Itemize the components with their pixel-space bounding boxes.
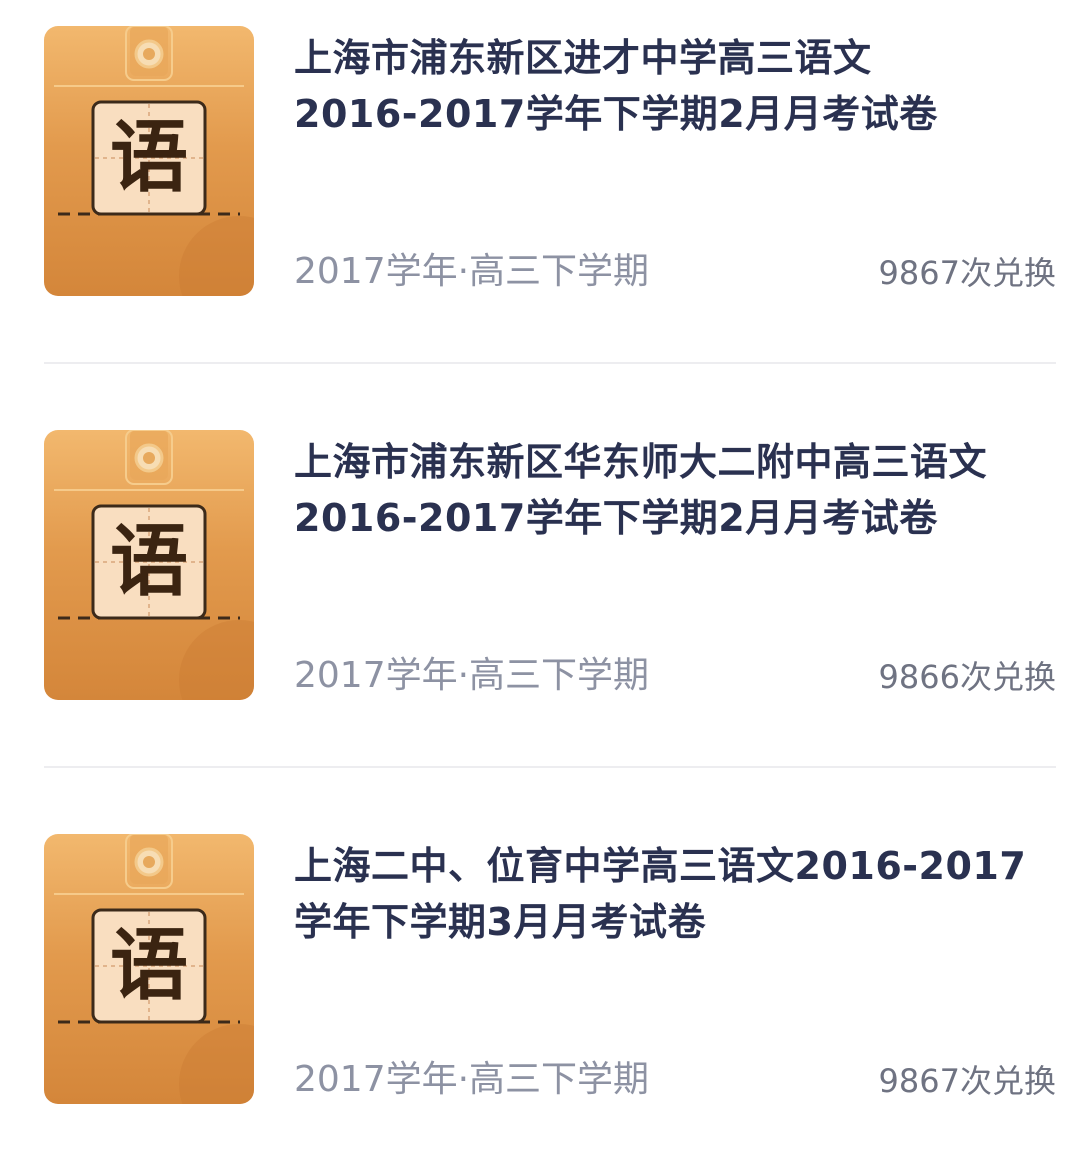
title-line-1: 上海市浦东新区华东师大二附中高三语文 [294, 440, 988, 484]
item-title[interactable]: 上海市浦东新区进才中学高三语文 2016-2017学年下学期2月月考试卷 [294, 30, 1054, 142]
document-envelope-icon[interactable]: 语 [44, 26, 254, 296]
title-line-2: 2016-2017学年下学期2月月考试卷 [294, 496, 938, 540]
list-item[interactable]: 语 上海二中、位育中学高三语文2016-2017 学年下学期3月月考试卷 201… [0, 808, 1080, 1156]
redeem-count: 9867次兑换 [878, 254, 1056, 292]
exam-paper-list: 语 上海市浦东新区进才中学高三语文 2016-2017学年下学期2月月考试卷 2… [0, 0, 1080, 1156]
cover-char: 语 [109, 516, 188, 607]
title-line-2: 2016-2017学年下学期2月月考试卷 [294, 92, 938, 136]
redeem-count: 9867次兑换 [878, 1062, 1056, 1100]
document-envelope-icon[interactable]: 语 [44, 430, 254, 700]
divider [44, 766, 1056, 768]
redeem-count: 9866次兑换 [878, 658, 1056, 696]
item-meta: 2017学年·高三下学期 [294, 1059, 650, 1100]
item-meta: 2017学年·高三下学期 [294, 655, 650, 696]
cover-char: 语 [109, 920, 188, 1011]
title-line-2: 学年下学期3月月考试卷 [294, 900, 706, 944]
title-line-1: 上海市浦东新区进才中学高三语文 [294, 36, 872, 80]
divider [44, 362, 1056, 364]
cover-char: 语 [109, 112, 188, 203]
item-title[interactable]: 上海市浦东新区华东师大二附中高三语文 2016-2017学年下学期2月月考试卷 [294, 434, 1054, 546]
document-envelope-icon[interactable]: 语 [44, 834, 254, 1104]
title-line-1: 上海二中、位育中学高三语文2016-2017 [294, 844, 1027, 888]
item-meta: 2017学年·高三下学期 [294, 251, 650, 292]
list-item[interactable]: 语 上海市浦东新区华东师大二附中高三语文 2016-2017学年下学期2月月考试… [0, 404, 1080, 808]
list-item[interactable]: 语 上海市浦东新区进才中学高三语文 2016-2017学年下学期2月月考试卷 2… [0, 0, 1080, 404]
item-title[interactable]: 上海二中、位育中学高三语文2016-2017 学年下学期3月月考试卷 [294, 838, 1054, 950]
